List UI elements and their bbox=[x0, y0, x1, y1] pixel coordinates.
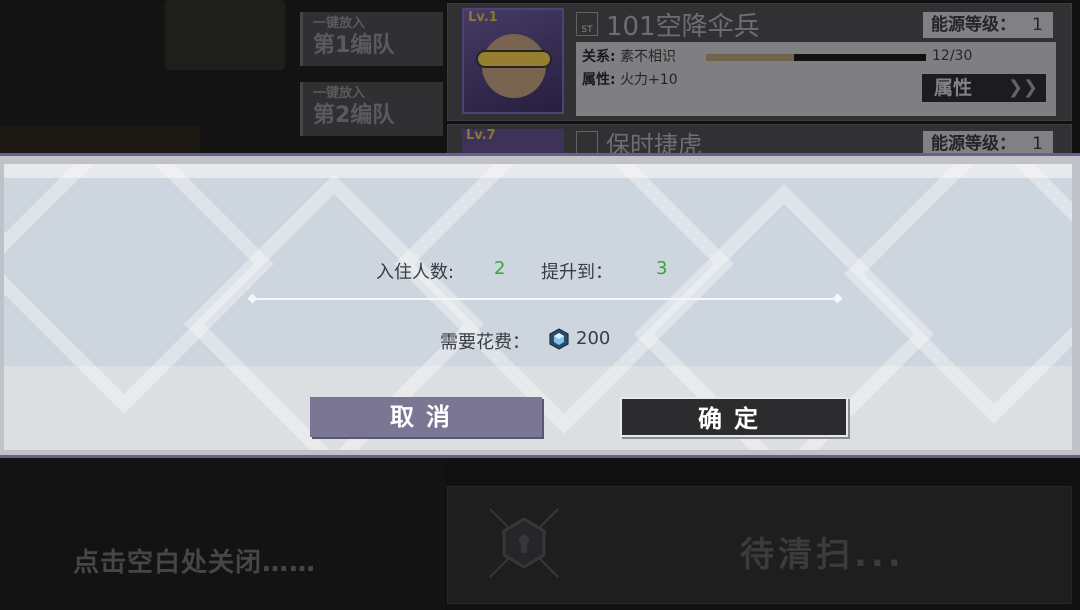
occupancy-label: 入住人数: bbox=[376, 262, 455, 283]
crystal-gem-icon bbox=[549, 328, 569, 350]
upgrade-dialog: 入住人数: 2 提升到： 3 需要花费： 200 取消 确定 bbox=[0, 153, 1080, 458]
upgrade-to-value: 3 bbox=[656, 258, 668, 279]
cost-value: 200 bbox=[576, 328, 611, 349]
occupancy-value: 2 bbox=[494, 258, 506, 279]
cost-label: 需要花费： bbox=[440, 332, 530, 353]
dialog-panel: 入住人数: 2 提升到： 3 需要花费： 200 取消 确定 bbox=[4, 164, 1072, 450]
upgrade-to-label: 提升到： bbox=[541, 262, 613, 283]
confirm-button[interactable]: 确定 bbox=[620, 397, 848, 437]
cancel-button[interactable]: 取消 bbox=[310, 397, 542, 437]
dialog-divider bbox=[252, 298, 838, 300]
